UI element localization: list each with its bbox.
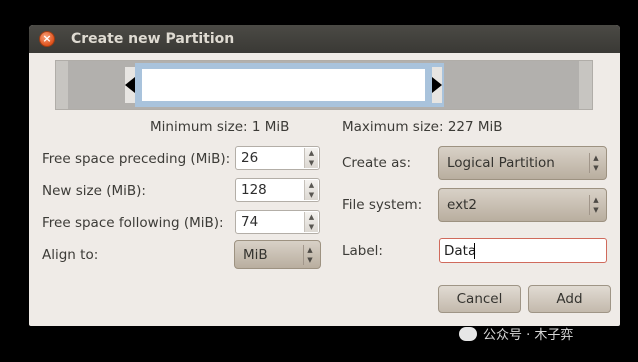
free-following-spinner[interactable]: 74 ▲ ▼ <box>235 210 320 234</box>
left-resize-handle[interactable] <box>125 67 135 103</box>
spin-up-icon[interactable]: ▲ <box>305 212 318 222</box>
cancel-button[interactable]: Cancel <box>438 285 521 313</box>
combo-arrows-icon: ▲ ▼ <box>303 245 316 265</box>
file-system-combo[interactable]: ext2 ▲ ▼ <box>438 188 607 222</box>
free-preceding-spinner[interactable]: 26 ▲ ▼ <box>235 146 320 170</box>
free-preceding-value: 26 <box>241 150 259 166</box>
spin-arrows-icon[interactable]: ▲ ▼ <box>304 180 318 200</box>
new-size-spinner[interactable]: 128 ▲ ▼ <box>235 178 320 202</box>
combo-down-icon: ▼ <box>593 206 599 214</box>
align-to-label: Align to: <box>42 247 99 263</box>
window-title: Create new Partition <box>71 31 235 47</box>
watermark-text: 公众号 · 木子弈 <box>483 328 574 343</box>
file-system-label: File system: <box>342 197 423 213</box>
free-following-value: 74 <box>241 214 259 230</box>
free-following-label: Free space following (MiB): <box>42 215 224 231</box>
label-input[interactable]: Data <box>439 238 607 263</box>
combo-arrows-icon: ▲ ▼ <box>589 195 602 215</box>
spin-down-icon[interactable]: ▼ <box>305 222 318 232</box>
create-as-label: Create as: <box>342 155 412 171</box>
combo-down-icon: ▼ <box>593 164 599 172</box>
new-partition-block[interactable] <box>135 63 444 107</box>
spin-down-icon[interactable]: ▼ <box>305 190 318 200</box>
new-size-value: 128 <box>241 182 267 198</box>
left-handle-arrow-icon <box>125 77 135 93</box>
right-resize-handle[interactable] <box>432 67 442 103</box>
spin-arrows-icon[interactable]: ▲ ▼ <box>304 148 318 168</box>
spin-arrows-icon[interactable]: ▲ ▼ <box>304 212 318 232</box>
combo-up-icon: ▲ <box>593 196 599 204</box>
text-caret <box>474 243 475 259</box>
spin-up-icon[interactable]: ▲ <box>305 148 318 158</box>
create-as-combo[interactable]: Logical Partition ▲ ▼ <box>438 146 607 180</box>
close-icon[interactable]: × <box>39 31 55 47</box>
spin-up-icon[interactable]: ▲ <box>305 180 318 190</box>
minimum-size-label: Minimum size: 1 MiB <box>150 119 290 135</box>
wechat-icon <box>459 327 477 341</box>
free-preceding-label: Free space preceding (MiB): <box>42 151 231 167</box>
unallocated-area <box>68 61 579 109</box>
combo-arrows-icon: ▲ ▼ <box>589 153 602 173</box>
create-partition-dialog: × Create new Partition Minimum size: 1 M… <box>29 25 620 326</box>
spin-down-icon[interactable]: ▼ <box>305 158 318 168</box>
align-to-value: MiB <box>243 247 268 263</box>
title-bar[interactable]: × Create new Partition <box>29 25 620 53</box>
combo-down-icon: ▼ <box>307 256 313 264</box>
partition-used-area <box>142 69 425 101</box>
align-to-combo[interactable]: MiB ▲ ▼ <box>234 240 321 269</box>
combo-up-icon: ▲ <box>307 246 313 254</box>
label-field-label: Label: <box>342 243 383 259</box>
partition-resizer[interactable] <box>55 60 593 110</box>
add-button[interactable]: Add <box>528 285 611 313</box>
right-handle-arrow-icon <box>432 77 442 93</box>
label-input-value: Data <box>444 243 477 259</box>
watermark: 公众号 · 木子弈 <box>459 324 573 343</box>
maximum-size-label: Maximum size: 227 MiB <box>342 119 503 135</box>
combo-up-icon: ▲ <box>593 154 599 162</box>
new-size-label: New size (MiB): <box>42 183 146 199</box>
create-as-value: Logical Partition <box>447 155 555 171</box>
file-system-value: ext2 <box>447 197 477 213</box>
